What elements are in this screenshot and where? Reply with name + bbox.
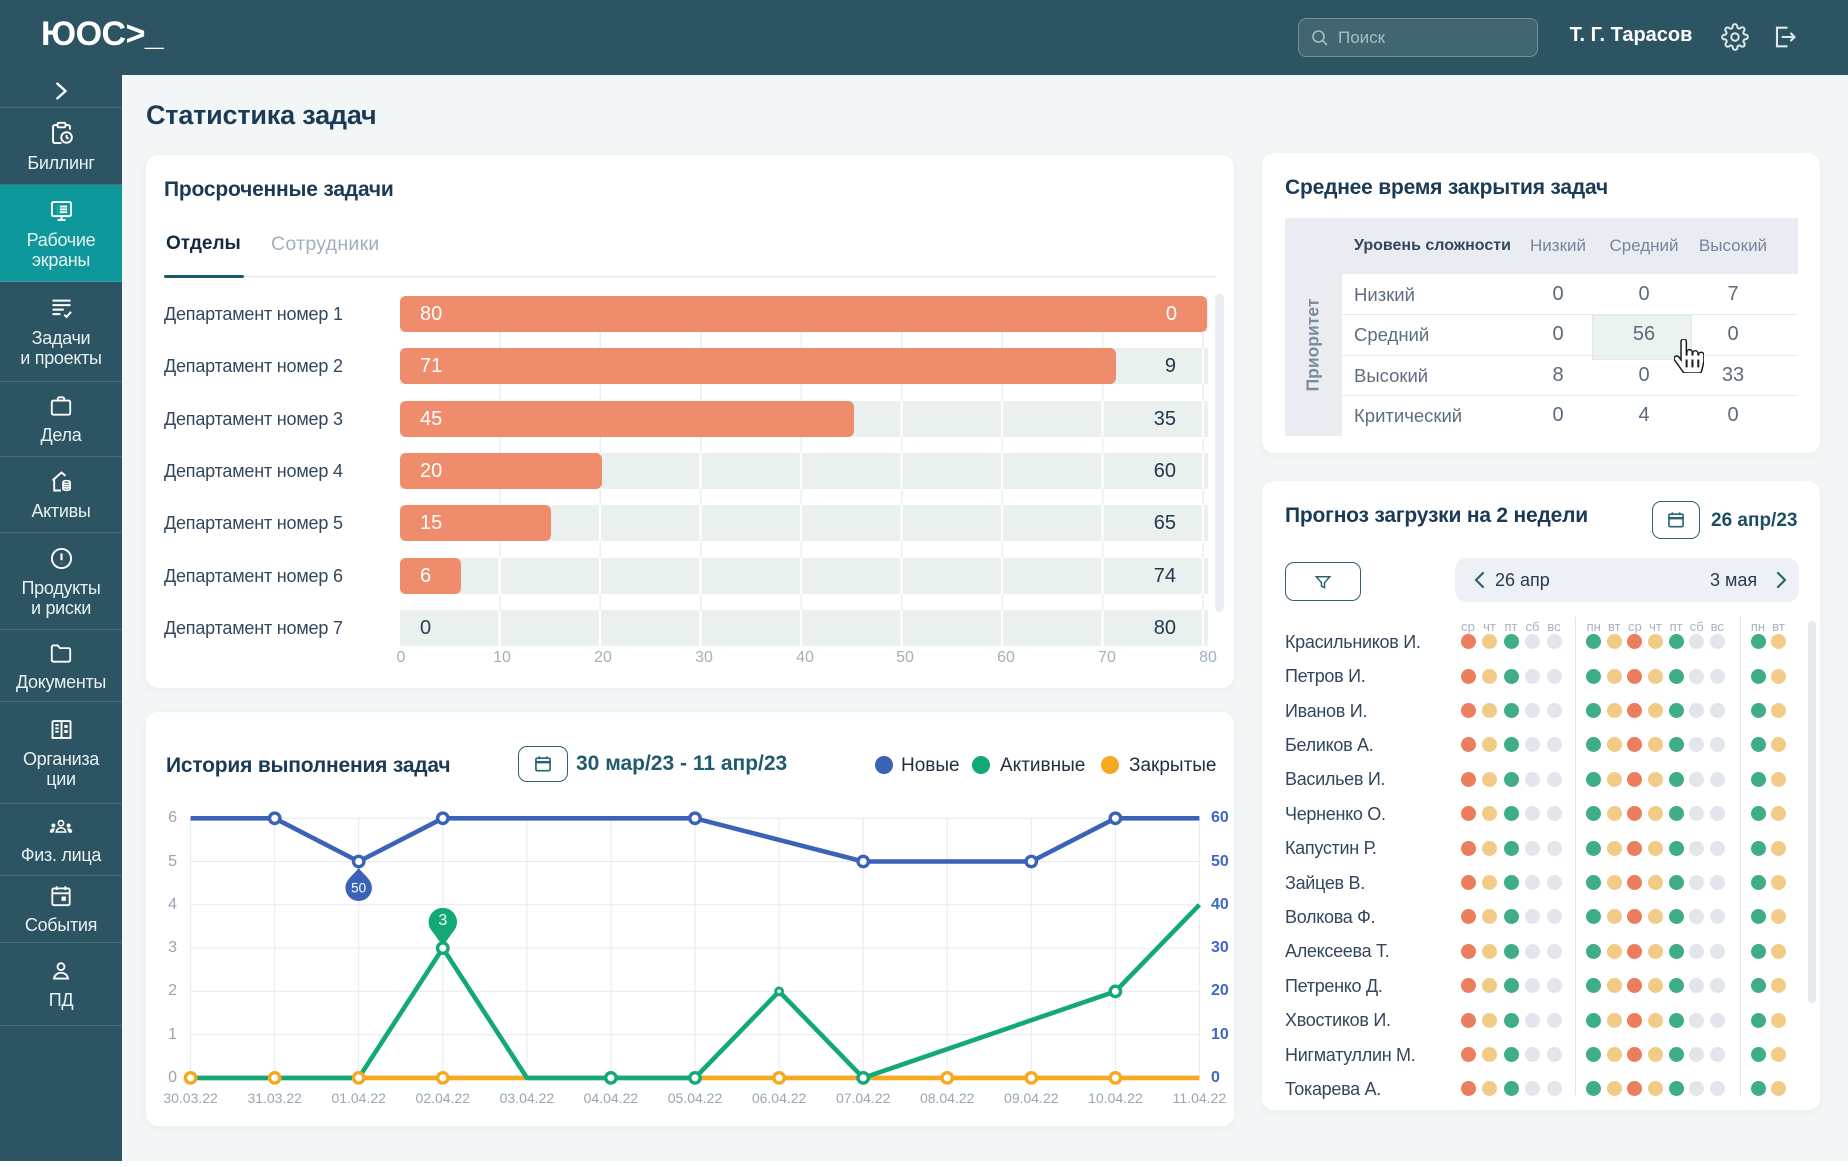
svg-text:50: 50: [351, 881, 366, 896]
svg-text:3: 3: [438, 912, 447, 929]
